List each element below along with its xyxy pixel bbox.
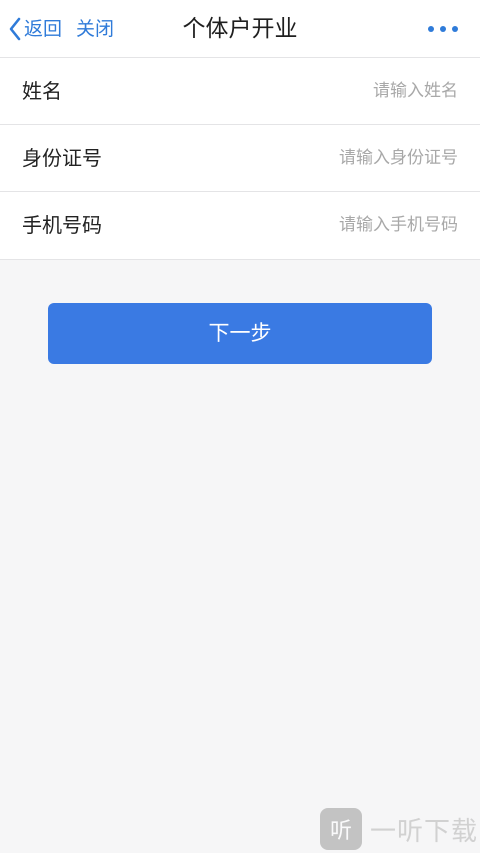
form-row-id-number: 身份证号 xyxy=(0,125,480,192)
name-label: 姓名 xyxy=(22,79,62,103)
close-button[interactable]: 关闭 xyxy=(76,15,114,43)
watermark: 听 一听下载 xyxy=(319,807,478,851)
more-horizontal-icon xyxy=(428,26,434,32)
more-button[interactable] xyxy=(428,22,458,36)
watermark-text: 一听下载 xyxy=(369,816,478,847)
form-row-phone: 手机号码 xyxy=(0,192,480,259)
back-button[interactable]: 返回 xyxy=(8,15,62,43)
navigation-bar: 返回 关闭 个体户开业 xyxy=(0,0,480,58)
form-list: 姓名 身份证号 手机号码 xyxy=(0,58,480,260)
more-horizontal-icon xyxy=(452,26,458,32)
next-step-button[interactable]: 下一步 xyxy=(48,303,432,364)
chevron-left-icon xyxy=(9,17,21,41)
id-number-input[interactable] xyxy=(198,143,458,173)
watermark-logo-icon: 听 xyxy=(319,808,362,850)
form-row-name: 姓名 xyxy=(0,58,480,125)
more-horizontal-icon xyxy=(440,26,446,32)
phone-input[interactable] xyxy=(198,210,458,240)
id-number-label: 身份证号 xyxy=(22,146,102,170)
page-title: 个体户开业 xyxy=(182,16,298,42)
name-input[interactable] xyxy=(198,76,458,106)
phone-label: 手机号码 xyxy=(22,213,102,237)
watermark-logo-char: 听 xyxy=(329,819,352,844)
back-label: 返回 xyxy=(24,18,63,40)
